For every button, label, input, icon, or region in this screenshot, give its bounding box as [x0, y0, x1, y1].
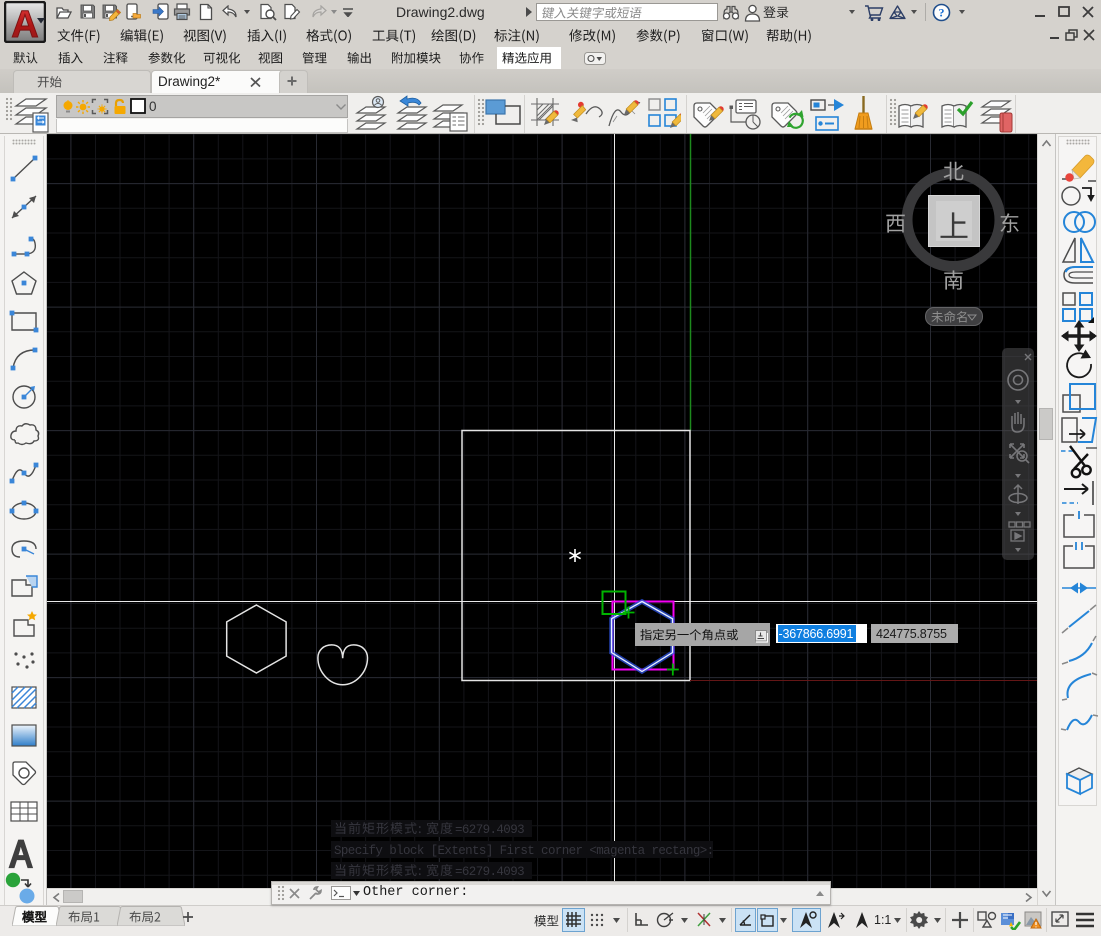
svg-text:?: ? — [939, 6, 945, 20]
svg-text:A: A — [11, 4, 38, 43]
